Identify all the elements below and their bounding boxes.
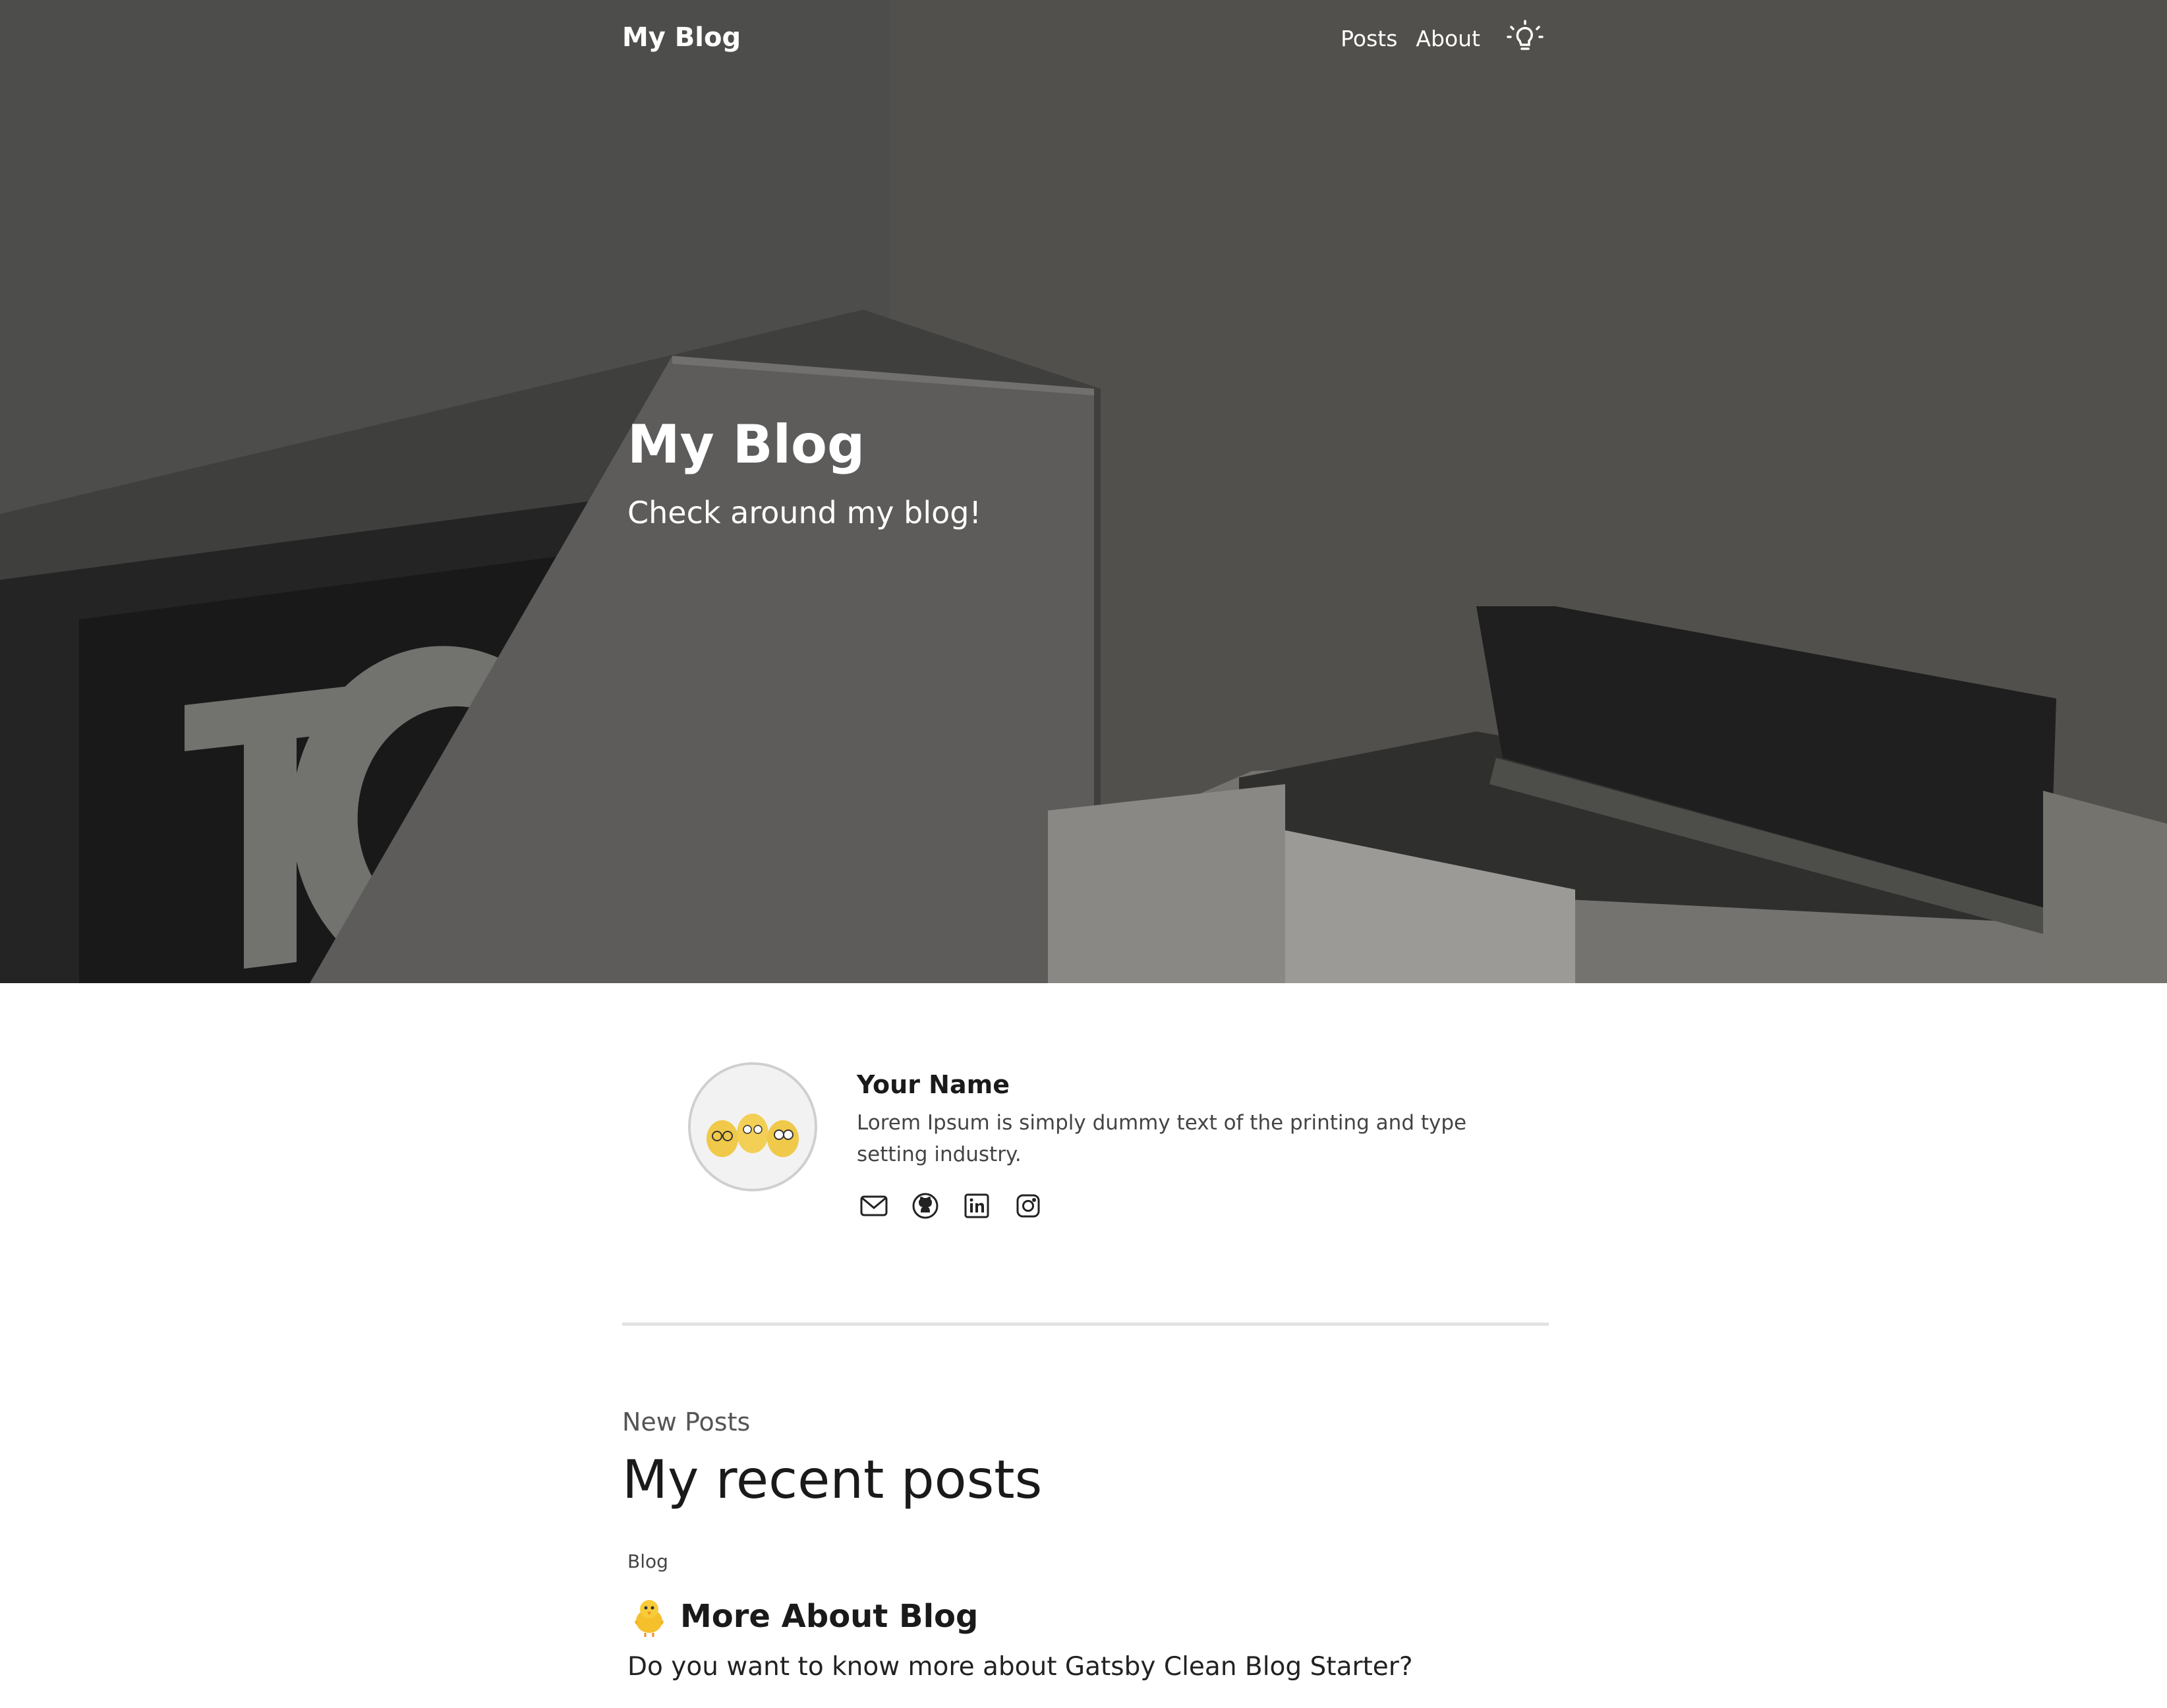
nav-link-about[interactable]: About bbox=[1416, 26, 1480, 51]
nav-link-posts[interactable]: Posts bbox=[1341, 26, 1397, 51]
post-category[interactable]: Blog bbox=[627, 1549, 1549, 1575]
social-links bbox=[857, 1189, 1516, 1223]
post-description: Do you want to know more about Gatsby Cl… bbox=[627, 1652, 1413, 1682]
post-title-row[interactable]: More About Blog bbox=[627, 1595, 1549, 1638]
theme-toggle-button[interactable] bbox=[1505, 18, 1545, 58]
github-icon bbox=[912, 1193, 939, 1219]
nav-links: Posts About bbox=[1322, 18, 1545, 58]
lightbulb-icon bbox=[1507, 20, 1544, 50]
profile-info: Your Name Lorem Ipsum is simply dummy te… bbox=[857, 1066, 1516, 1223]
section-divider bbox=[622, 1323, 1549, 1326]
avatar-image bbox=[691, 1065, 815, 1189]
post-title[interactable]: More About Blog bbox=[680, 1595, 978, 1638]
brand-link[interactable]: My Blog bbox=[622, 22, 741, 53]
profile-bio: Lorem Ipsum is simply dummy text of the … bbox=[857, 1111, 1467, 1166]
linkedin-icon bbox=[964, 1193, 989, 1218]
instagram-icon bbox=[1016, 1194, 1040, 1218]
hero-title: My Blog bbox=[627, 414, 865, 475]
recent-posts-section: New Posts My recent posts Blog More Abou… bbox=[622, 1404, 1549, 1686]
avatar bbox=[688, 1062, 817, 1191]
post-card[interactable]: Blog More About Blog Do you want to know… bbox=[627, 1549, 1549, 1686]
linkedin-link[interactable] bbox=[960, 1189, 994, 1223]
mail-link[interactable] bbox=[857, 1189, 891, 1223]
author-profile: Your Name Lorem Ipsum is simply dummy te… bbox=[688, 1062, 1518, 1227]
profile-name: Your Name bbox=[857, 1070, 1010, 1099]
top-navigation: My Blog Posts About bbox=[622, 0, 1545, 83]
posts-eyebrow: New Posts bbox=[622, 1408, 751, 1437]
mail-icon bbox=[860, 1195, 888, 1216]
hero-section: My Blog Posts About My Blog Check around… bbox=[0, 0, 2167, 983]
hero-text: My Blog Check around my blog! bbox=[627, 409, 981, 532]
hero-subtitle: Check around my blog! bbox=[627, 495, 981, 530]
hero-background-image bbox=[0, 0, 2167, 983]
chick-emoji-icon bbox=[635, 1600, 664, 1637]
instagram-link[interactable] bbox=[1011, 1189, 1045, 1223]
github-link[interactable] bbox=[908, 1189, 942, 1223]
posts-heading: My recent posts bbox=[622, 1449, 1043, 1510]
